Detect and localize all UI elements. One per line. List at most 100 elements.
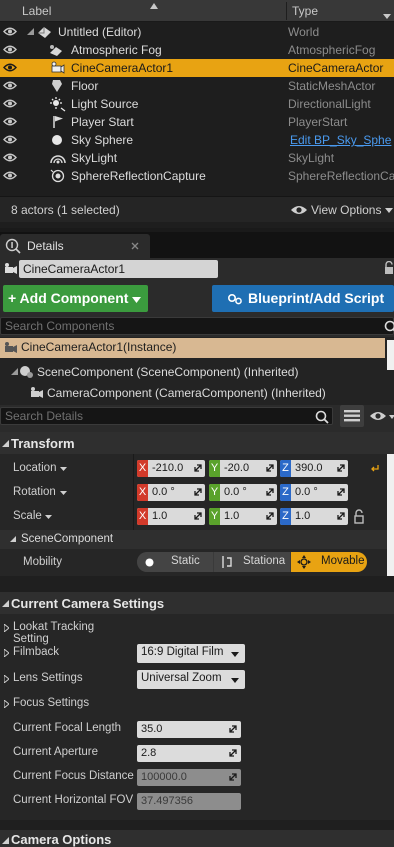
column-label[interactable]: Label [22,4,51,18]
scale-x-field[interactable]: X 1.0 [137,508,205,525]
filmback-dropdown[interactable]: 16:9 Digital Film [137,644,245,663]
rotation-z-value: 0.0 ° [295,486,318,498]
location-y-field[interactable]: Y -20.0 [209,460,277,477]
transform-header[interactable]: Transform [0,432,394,454]
component-row-scene[interactable]: SceneComponent (SceneComponent) (Inherit… [0,362,385,381]
mobility-static-option[interactable]: Static [137,552,213,572]
focal-length-field[interactable]: 35.0 [137,721,241,738]
eye-icon [370,412,386,420]
drag-arrow-icon [337,488,345,496]
expand-arrow-icon[interactable] [27,28,34,35]
column-type[interactable]: Type [292,4,318,18]
lock-icon[interactable] [353,509,365,524]
aperture-field[interactable]: 2.8 [137,745,241,762]
filmback-category[interactable]: Filmback [0,645,133,663]
location-label[interactable]: Location [13,462,56,474]
section-gap [0,576,394,592]
outliner-row-sky-sphere[interactable]: Sky Sphere Edit BP_Sky_Sphe [0,131,394,149]
instance-label: CineCameraActor1(Instance) [21,340,177,354]
blueprint-add-script-button[interactable]: Blueprint/Add Script [212,285,394,312]
lock-icon[interactable] [384,261,394,275]
search-icon[interactable] [315,410,329,424]
outliner-row-skylight[interactable]: SkyLight SkyLight [0,149,394,167]
eye-icon[interactable] [3,116,17,127]
rotation-x-field[interactable]: X 0.0 ° [137,484,205,501]
close-icon[interactable] [131,242,139,250]
location-z-value: 390.0 [295,462,323,474]
chevron-down-icon [231,678,239,683]
location-x-field[interactable]: X -210.0 [137,460,205,477]
search-icon[interactable] [384,320,394,334]
column-divider[interactable] [286,2,287,20]
eye-icon[interactable] [3,152,17,163]
camera-settings-header[interactable]: Current Camera Settings [0,592,394,614]
component-instance-row[interactable]: CineCameraActor1(Instance) [0,338,385,358]
tab-label: Details [27,239,64,253]
drag-arrow-icon [229,749,237,757]
actor-count: 8 actors (1 selected) [11,203,120,217]
tab-details[interactable]: Details [0,234,150,258]
eye-icon[interactable] [3,80,17,91]
drag-arrow-icon [229,773,237,781]
eye-icon[interactable] [3,44,17,55]
camera-icon [51,61,65,74]
component-row-camera[interactable]: CameraComponent (CameraComponent) (Inher… [0,383,385,402]
outliner-header: Label Type [0,0,394,22]
lens-settings-category[interactable]: Lens Settings [0,671,133,689]
outliner-row-sphere-reflection-capture[interactable]: SphereReflectionCapture SphereReflection… [0,167,394,185]
scale-label[interactable]: Scale [13,510,42,522]
view-options-button[interactable]: View Options [290,201,394,219]
chevron-down-icon[interactable] [45,515,52,519]
lens-settings-dropdown[interactable]: Universal Zoom [137,670,245,689]
focus-settings-label: Focus Settings [13,697,90,709]
rotation-y-field[interactable]: Y 0.0 ° [209,484,277,501]
focus-distance-value: 100000.0 [141,771,187,783]
property-matrix-button[interactable] [340,405,364,427]
eye-icon[interactable] [3,62,17,73]
rotation-z-field[interactable]: Z 0.0 ° [280,484,348,501]
blueprint-add-script-label: Blueprint/Add Script [248,290,385,306]
eye-icon[interactable] [3,134,17,145]
focus-settings-category[interactable]: Focus Settings [0,696,133,714]
outliner-row-light-source[interactable]: Light Source DirectionalLight [0,95,394,113]
sort-up-icon[interactable] [150,3,158,9]
row-label: Atmospheric Fog [71,43,162,57]
lookat-tracking-category[interactable]: Lookat Tracking Setting [0,620,133,645]
rotation-label[interactable]: Rotation [13,486,56,498]
eye-icon[interactable] [3,98,17,109]
reset-to-default-icon[interactable] [370,464,379,473]
search-components-input[interactable]: Search Components [0,317,394,335]
scale-z-field[interactable]: Z 1.0 [280,508,348,525]
search-details-input[interactable]: Search Details [0,407,333,425]
edit-blueprint-link[interactable]: Edit BP_Sky_Sphe [290,133,391,147]
camera-options-title: Camera Options [11,832,112,847]
expand-arrow-icon[interactable] [11,368,18,375]
actor-name-field[interactable]: CineCameraActor1 [19,260,218,278]
eye-icon[interactable] [3,26,17,37]
axis-y-label: Y [209,460,220,477]
camera-settings-title: Current Camera Settings [11,596,165,611]
skylight-icon [50,155,66,164]
row-label: SkyLight [71,151,118,165]
stationary-label: Stationa [243,555,286,567]
eye-icon[interactable] [3,170,17,181]
location-z-field[interactable]: Z 390.0 [280,460,348,477]
view-dropdown-icon[interactable] [383,14,391,20]
aperture-value: 2.8 [141,747,157,759]
scene-component-header[interactable]: SceneComponent [0,530,387,549]
row-type: SphereReflectionCa [288,169,394,183]
details-view-options[interactable] [367,407,394,425]
mobility-movable-option[interactable]: Movable [291,552,367,572]
mobility-stationary-option[interactable]: Stationa [214,552,290,572]
outliner-row-cine-camera-actor[interactable]: CineCameraActor1 CineCameraActor [0,59,394,77]
chevron-down-icon[interactable] [60,491,67,495]
add-component-button[interactable]: + Add Component [3,285,148,312]
world-outliner: Label Type Untitled (Editor) World Atmos… [0,0,394,228]
outliner-row-atmospheric-fog[interactable]: Atmospheric Fog AtmosphericFog [0,41,394,59]
outliner-row-floor[interactable]: Floor StaticMeshActor [0,77,394,95]
chevron-down-icon[interactable] [60,467,67,471]
scale-y-field[interactable]: Y 1.0 [209,508,277,525]
camera-options-header[interactable]: Camera Options [0,830,394,847]
outliner-row-world[interactable]: Untitled (Editor) World [0,23,394,41]
outliner-row-player-start[interactable]: Player Start PlayerStart [0,113,394,131]
